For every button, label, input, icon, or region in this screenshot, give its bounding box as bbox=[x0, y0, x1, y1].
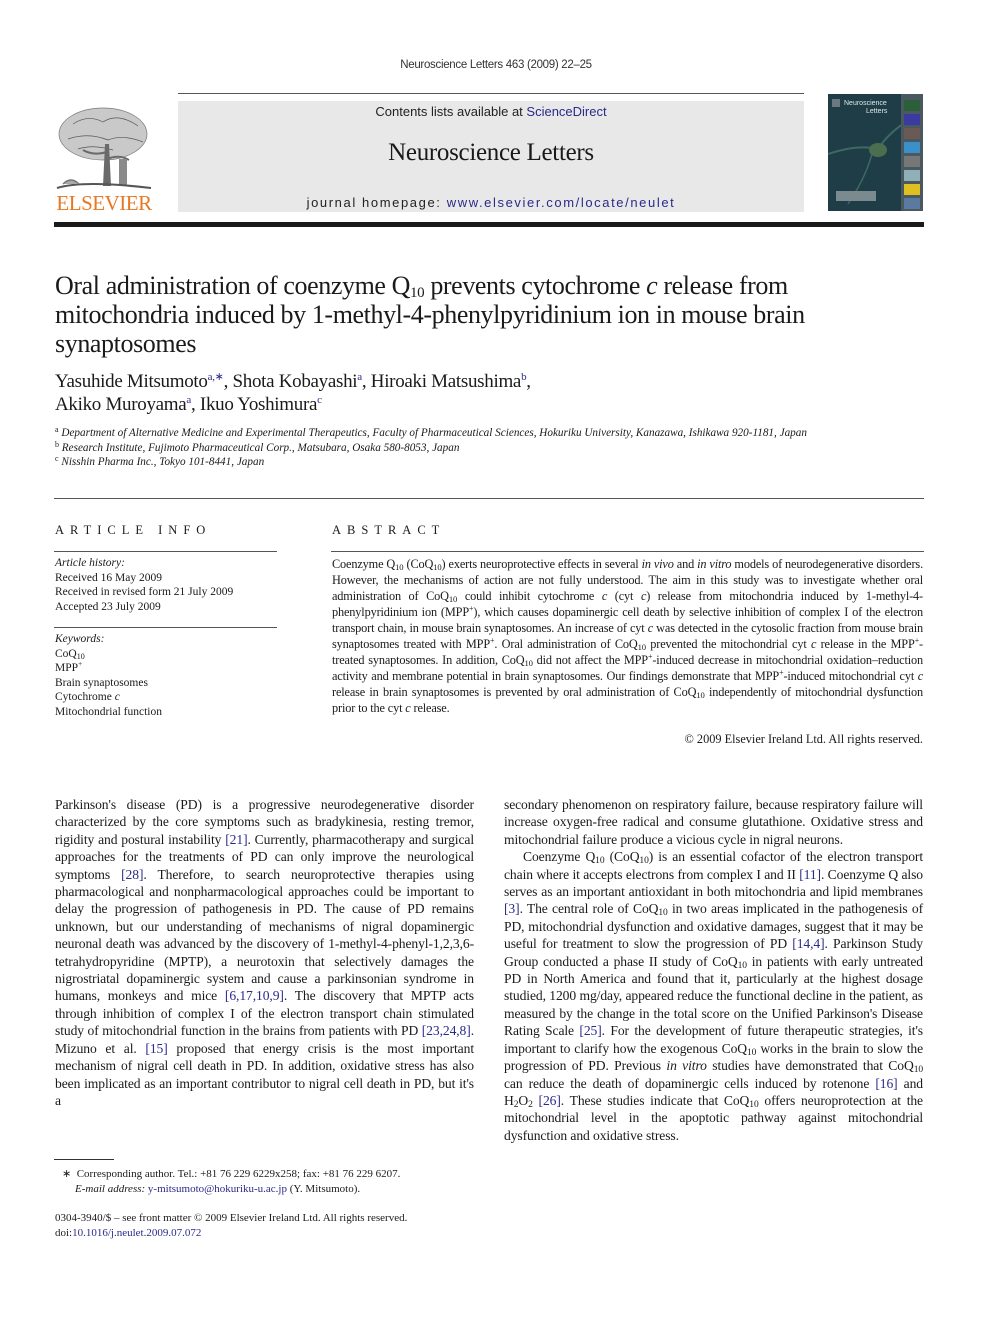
citation-link[interactable]: [28] bbox=[121, 867, 143, 882]
author-name: Shota Kobayashi bbox=[232, 371, 358, 392]
abstract-heading: ABSTRACT bbox=[332, 523, 446, 537]
citation-link[interactable]: [26] bbox=[539, 1093, 561, 1108]
abstract-copyright: © 2009 Elsevier Ireland Ltd. All rights … bbox=[684, 732, 923, 746]
footnote-rule bbox=[54, 1159, 114, 1160]
author-separator: , bbox=[361, 371, 371, 392]
title-text: prevents cytochrome bbox=[424, 271, 647, 300]
email-label: E-mail address: bbox=[75, 1182, 146, 1195]
contents-prefix: Contents lists available at bbox=[375, 104, 527, 119]
homepage-link[interactable]: www.elsevier.com/locate/neulet bbox=[447, 195, 676, 210]
issn-line: 0304-3940/$ – see front matter © 2009 El… bbox=[55, 1212, 408, 1224]
history-item: Received in revised form 21 July 2009 bbox=[55, 586, 234, 598]
homepage-prefix: journal homepage: bbox=[306, 195, 447, 210]
author[interactable]: Hiroaki Matsushimab bbox=[370, 371, 527, 392]
author-separator: , bbox=[191, 394, 200, 415]
author[interactable]: Ikuo Yoshimurac bbox=[200, 394, 322, 415]
author[interactable]: Yasuhide Mitsumotoa,∗ bbox=[55, 371, 224, 392]
contents-line: Contents lists available at ScienceDirec… bbox=[178, 104, 804, 119]
footnote-mark: ∗ bbox=[62, 1168, 72, 1180]
citation-link[interactable]: [21] bbox=[225, 832, 247, 847]
author-name: Ikuo Yoshimura bbox=[199, 394, 318, 415]
title-italic: c bbox=[646, 271, 658, 300]
affiliation-text: Nisshin Pharma Inc., Tokyo 101-8441, Jap… bbox=[61, 456, 265, 468]
article-history: Article history: Received 16 May 2009 Re… bbox=[55, 556, 280, 614]
elsevier-wordmark: ELSEVIER bbox=[56, 191, 152, 215]
author-separator: , bbox=[526, 371, 531, 392]
body-column-right: secondary phenomenon on respiratory fail… bbox=[504, 796, 923, 1144]
affiliation-mark: b bbox=[55, 439, 59, 449]
journal-cover-icon: Neuroscience Letters bbox=[828, 94, 923, 211]
journal-banner: Contents lists available at ScienceDirec… bbox=[178, 101, 804, 212]
email-line: E-mail address: y-mitsumoto@hokuriku-u.a… bbox=[62, 1182, 502, 1197]
body-paragraph: Parkinson's disease (PD) is a progressiv… bbox=[55, 797, 474, 1108]
abstract-rule bbox=[331, 551, 924, 552]
history-item: Accepted 23 July 2009 bbox=[55, 600, 161, 613]
tree-logo-icon bbox=[56, 107, 152, 189]
citation-link[interactable]: [23,24,8] bbox=[422, 1023, 471, 1038]
keyword: MPP+ bbox=[55, 659, 83, 674]
publisher-logo[interactable]: ELSEVIER bbox=[53, 104, 155, 216]
author-name: Hiroaki Matsushima bbox=[370, 371, 522, 392]
history-item: Received 16 May 2009 bbox=[55, 571, 162, 584]
affiliations: a Department of Alternative Medicine and… bbox=[55, 426, 925, 470]
abstract-text: Coenzyme Q10 (CoQ10) exerts neuroprotect… bbox=[332, 557, 924, 715]
affiliation: a Department of Alternative Medicine and… bbox=[55, 426, 925, 441]
corresponding-author: ∗ Corresponding author. Tel.: +81 76 229… bbox=[62, 1167, 502, 1182]
author-affiliation-mark[interactable]: c bbox=[317, 394, 322, 406]
affiliation: b Research Institute, Fujimoto Pharmaceu… bbox=[55, 439, 925, 456]
author-name: Akiko Muroyama bbox=[55, 394, 187, 415]
body-paragraph: secondary phenomenon on respiratory fail… bbox=[504, 797, 923, 847]
doi-line: doi:10.1016/j.neulet.2009.07.072 bbox=[55, 1226, 495, 1241]
keywords-label: Keywords: bbox=[55, 633, 105, 645]
front-matter: 0304-3940/$ – see front matter © 2009 El… bbox=[55, 1211, 495, 1241]
citation-link[interactable]: [6,17,10,9] bbox=[225, 988, 284, 1003]
author[interactable]: Shota Kobayashia bbox=[232, 371, 362, 392]
doi-link[interactable]: 10.1016/j.neulet.2009.07.072 bbox=[72, 1227, 201, 1239]
email-link[interactable]: y-mitsumoto@hokuriku-u.ac.jp bbox=[148, 1183, 287, 1195]
cover-title-line2: Letters bbox=[866, 108, 888, 115]
corresponding-footnote: ∗ Corresponding author. Tel.: +81 76 229… bbox=[62, 1167, 502, 1196]
author-affiliation-mark[interactable]: a,∗ bbox=[208, 371, 224, 383]
journal-name: Neuroscience Letters bbox=[388, 139, 594, 166]
article-history-label: Article history: bbox=[55, 557, 125, 569]
cover-title-line1: Neuroscience bbox=[844, 100, 887, 107]
keyword: Brain synaptosomes bbox=[55, 676, 148, 689]
body-paragraph: Coenzyme Q10 (CoQ10) is an essential cof… bbox=[504, 849, 924, 1143]
author[interactable]: Akiko Muroyamaa bbox=[55, 394, 191, 415]
citation-link[interactable]: [3] bbox=[504, 901, 520, 916]
citation-link[interactable]: [16] bbox=[875, 1076, 897, 1091]
affiliation-text: Research Institute, Fujimoto Pharmaceuti… bbox=[61, 441, 460, 454]
email-suffix: (Y. Mitsumoto). bbox=[286, 1182, 361, 1195]
citation-link[interactable]: [14,4] bbox=[792, 936, 824, 951]
sciencedirect-link[interactable]: ScienceDirect bbox=[526, 104, 606, 119]
doi-prefix: doi: bbox=[55, 1227, 73, 1239]
running-head: Neuroscience Letters 463 (2009) 22–25 bbox=[400, 59, 592, 71]
citation-link[interactable]: [15] bbox=[145, 1041, 167, 1056]
citation-link[interactable]: [25] bbox=[579, 1023, 601, 1038]
journal-cover[interactable]: Neuroscience Letters bbox=[828, 94, 923, 211]
keyword: Cytochrome c bbox=[55, 691, 120, 703]
keyword: CoQ10 bbox=[55, 647, 85, 661]
homepage-line: journal homepage: www.elsevier.com/locat… bbox=[178, 195, 804, 210]
affiliation-mark: a bbox=[55, 425, 59, 434]
article-info-rule bbox=[54, 627, 277, 628]
header-rule bbox=[178, 93, 804, 94]
affiliation-text: Department of Alternative Medicine and E… bbox=[61, 427, 807, 439]
header-thick-rule bbox=[54, 222, 924, 227]
keyword: Mitochondrial function bbox=[55, 705, 162, 718]
author-list: Yasuhide Mitsumotoa,∗, Shota Kobayashia,… bbox=[55, 370, 915, 416]
body-column-left: Parkinson's disease (PD) is a progressiv… bbox=[55, 796, 474, 1109]
corresponding-text: Corresponding author. Tel.: +81 76 229 6… bbox=[76, 1168, 401, 1180]
article-title: Oral administration of coenzyme Q10 prev… bbox=[55, 271, 915, 358]
affiliation: c Nisshin Pharma Inc., Tokyo 101-8441, J… bbox=[55, 455, 925, 470]
citation-link[interactable]: [11] bbox=[799, 867, 821, 882]
article-info-heading: ARTICLE INFO bbox=[55, 523, 212, 537]
article-info-rule bbox=[54, 551, 277, 552]
title-subscript: 10 bbox=[410, 285, 425, 301]
title-text: Oral administration of coenzyme Q bbox=[55, 271, 411, 300]
section-rule bbox=[54, 498, 924, 499]
author-name: Yasuhide Mitsumoto bbox=[55, 371, 208, 392]
affiliation-mark: c bbox=[55, 454, 59, 463]
keywords: Keywords: CoQ10 MPP+ Brain synaptosomes … bbox=[55, 632, 280, 719]
